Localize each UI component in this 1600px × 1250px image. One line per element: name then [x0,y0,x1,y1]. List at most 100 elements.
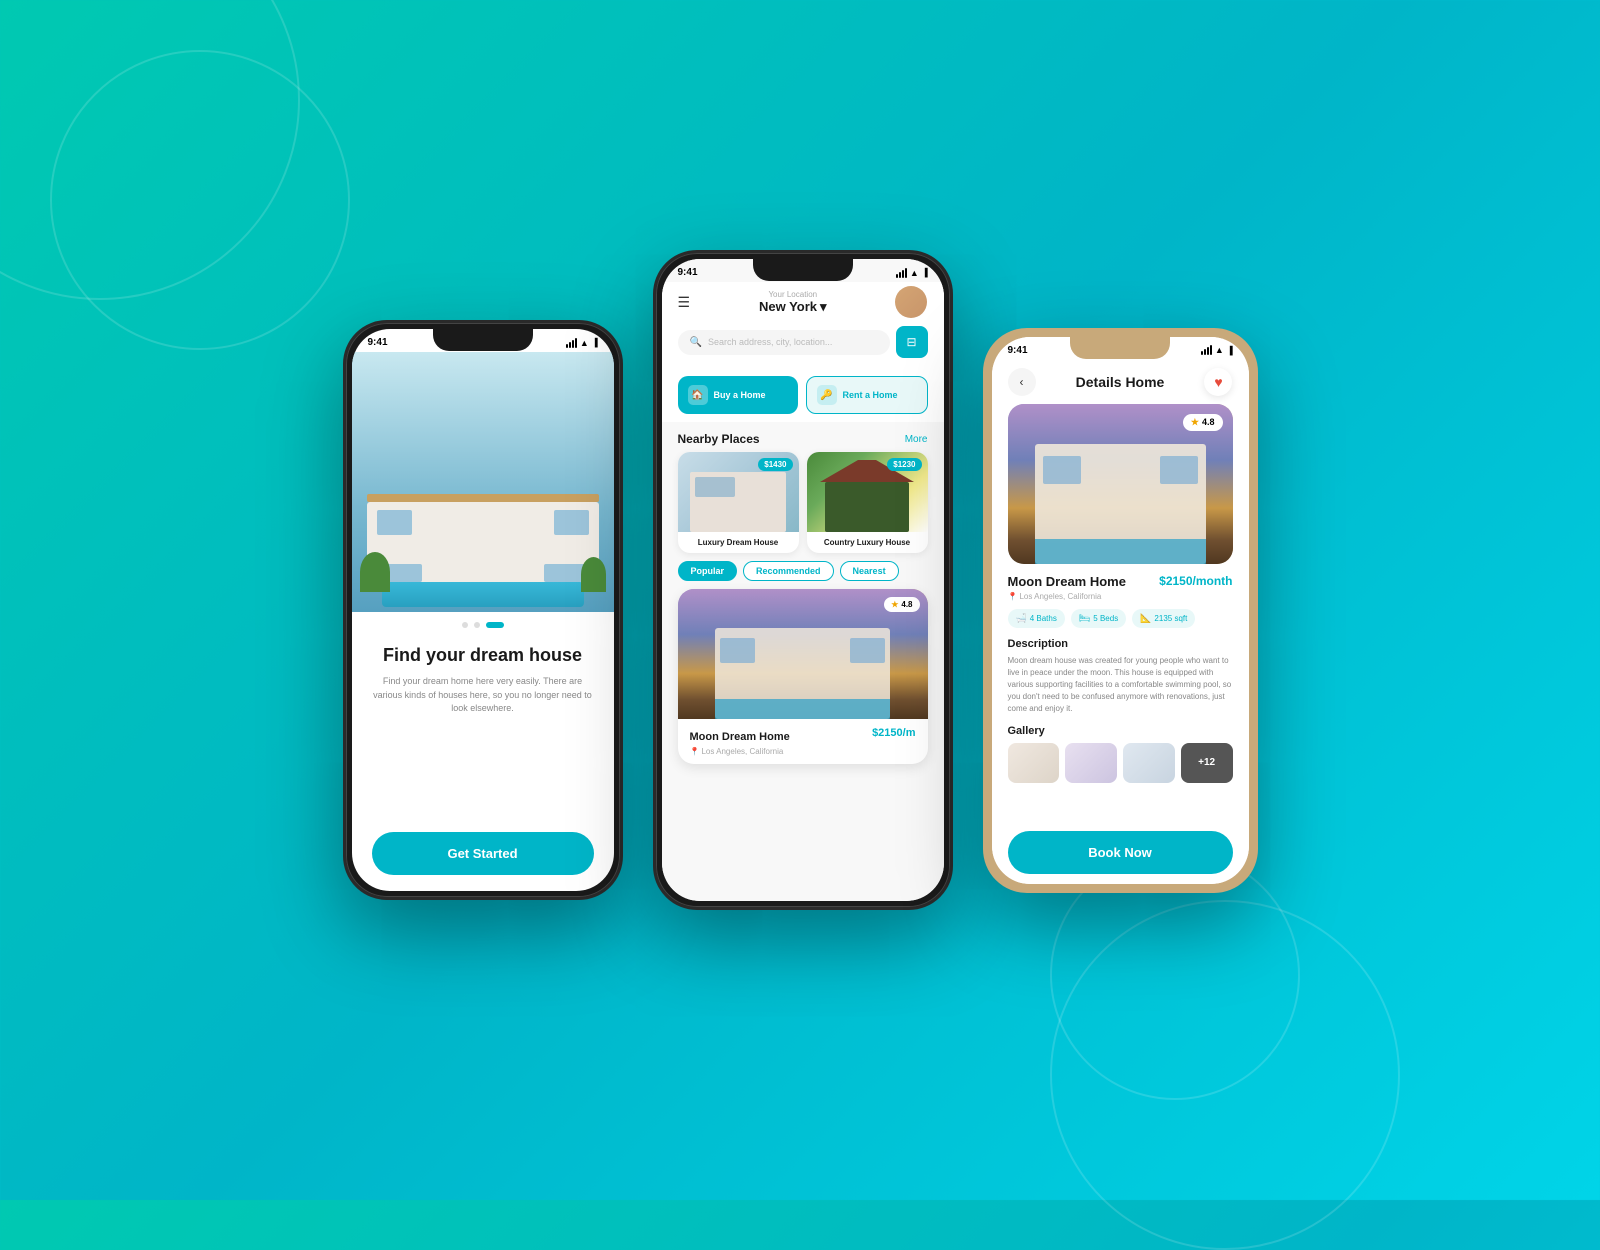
status-icons-3: ▲ ▐ [1201,345,1233,355]
details-house-body [1035,444,1206,564]
price-badge-2: $1230 [887,458,921,471]
nearby-more-link[interactable]: More [905,434,928,445]
featured-property-card[interactable]: ★ 4.8 Moon Dream Home $2150/m 📍 Los Ange… [678,589,928,764]
details-rating-value: 4.8 [1202,417,1215,427]
splash-subtitle: Find your dream home here very easily. T… [372,675,594,716]
house-modern-1 [690,472,787,532]
details-star-icon: ★ [1191,417,1199,428]
villa-roof [367,494,599,502]
gallery-more-button[interactable]: +12 [1181,743,1233,783]
location-pin-icon: 📍 [690,747,700,756]
dot-3-active [486,622,504,628]
search-placeholder: Search address, city, location... [708,337,832,347]
phone-listing: 9:41 ▲ ▐ ☰ Your Location [653,250,953,910]
nearby-img-1: $1430 [678,452,799,532]
property-price: $2150/month [1159,574,1232,588]
thumb-img-1 [1008,743,1060,783]
property-name-row: Moon Dream Home $2150/month [1008,574,1233,589]
details-hero-image: ★ 4.8 [1008,404,1233,564]
details-body: Moon Dream Home $2150/month 📍 Los Angele… [992,564,1249,831]
user-avatar[interactable] [895,286,927,318]
nearby-card-1-name: Luxury Dream House [678,532,799,553]
gallery-row: +12 [1008,743,1233,783]
menu-icon[interactable]: ☰ [678,294,691,311]
location-center: Your Location New York ▾ [759,290,827,315]
phone-details-screen: 9:41 ▲ ▐ ‹ Details H [992,337,1249,884]
star-icon: ★ [891,600,898,609]
nearby-card-1[interactable]: $1430 Luxury Dream House [678,452,799,553]
villa-window-2 [554,510,589,535]
thumb-img-3 [1123,743,1175,783]
featured-rating-value: 4.8 [901,600,912,609]
tab-popular[interactable]: Popular [678,561,738,581]
search-bar[interactable]: 🔍 Search address, city, location... [678,330,890,355]
location-city: New York ▾ [759,299,827,315]
details-header: ‹ Details Home ♥ [992,360,1249,404]
carousel-dots [352,612,614,634]
description-title: Description [1008,638,1233,650]
wifi-icon-1: ▲ [580,338,589,348]
get-started-button[interactable]: Get Started [372,832,594,875]
featured-house-body [715,628,890,719]
gallery-thumb-1[interactable] [1008,743,1060,783]
favorite-button[interactable]: ♥ [1204,368,1232,396]
location-row: ☰ Your Location New York ▾ [678,286,928,318]
area-icon: 📐 [1140,613,1151,624]
phone-splash: 9:41 ▲ ▐ [343,320,623,900]
villa-window-1 [377,510,412,535]
status-icons-2: ▲ ▐ [896,268,928,278]
featured-property-location: 📍 Los Angeles, California [690,747,916,756]
dot-2 [474,622,480,628]
signal-icon-3 [1201,345,1212,355]
splash-content: Find your dream house Find your dream ho… [352,634,614,891]
battery-icon-1: ▐ [592,338,598,347]
notch-1 [433,329,533,351]
details-window-1 [1043,456,1081,484]
property-location: 📍 Los Angeles, California [1008,592,1233,601]
details-screen: 9:41 ▲ ▐ ‹ Details H [992,337,1249,884]
wifi-icon-3: ▲ [1215,345,1224,355]
property-name: Moon Dream Home [1008,574,1126,589]
search-icon: 🔍 [690,337,702,348]
rent-home-button[interactable]: 🔑 Rent a Home [806,376,928,414]
phone-splash-screen: 9:41 ▲ ▐ [352,329,614,891]
featured-property-info: Moon Dream Home $2150/m 📍 Los Angeles, C… [678,719,928,764]
tree-right [581,557,606,592]
house-cottage-2 [825,482,910,532]
buy-home-button[interactable]: 🏠 Buy a Home [678,376,798,414]
tab-recommended[interactable]: Recommended [743,561,834,581]
rent-icon: 🔑 [817,385,837,405]
villa-building [367,502,599,592]
featured-rating-badge: ★ 4.8 [884,597,919,612]
chevron-down-icon[interactable]: ▾ [820,299,827,315]
bed-icon: 🛏 [1079,613,1090,624]
back-button[interactable]: ‹ [1008,368,1036,396]
listing-screen: 9:41 ▲ ▐ ☰ Your Location [662,259,944,901]
featured-property-name: Moon Dream Home [690,731,790,743]
nearby-section-header: Nearby Places More [662,422,944,452]
action-buttons: 🏠 Buy a Home 🔑 Rent a Home [662,368,944,422]
nearby-img-2: $1230 [807,452,928,532]
gallery-thumb-3[interactable] [1123,743,1175,783]
filter-icon: ⊟ [906,335,916,349]
nearby-card-2[interactable]: $1230 Country Luxury House [807,452,928,553]
splash-screen: 9:41 ▲ ▐ [352,329,614,891]
status-time-3: 9:41 [1008,345,1028,356]
buy-icon: 🏠 [688,385,708,405]
splash-hero [352,352,614,612]
description-text: Moon dream house was created for young p… [1008,655,1233,715]
splash-title: Find your dream house [372,644,594,667]
tab-nearest[interactable]: Nearest [840,561,899,581]
window-modern [695,477,735,497]
filter-button[interactable]: ⊟ [896,326,928,358]
signal-icon-2 [896,268,907,278]
villa-pool [382,582,584,607]
nearby-title: Nearby Places [678,432,760,446]
status-time-2: 9:41 [678,267,698,278]
notch-2 [753,259,853,281]
thumb-img-2 [1065,743,1117,783]
gallery-thumb-2[interactable] [1065,743,1117,783]
book-now-button[interactable]: Book Now [1008,831,1233,874]
price-badge-1: $1430 [758,458,792,471]
featured-window-2 [850,638,885,663]
